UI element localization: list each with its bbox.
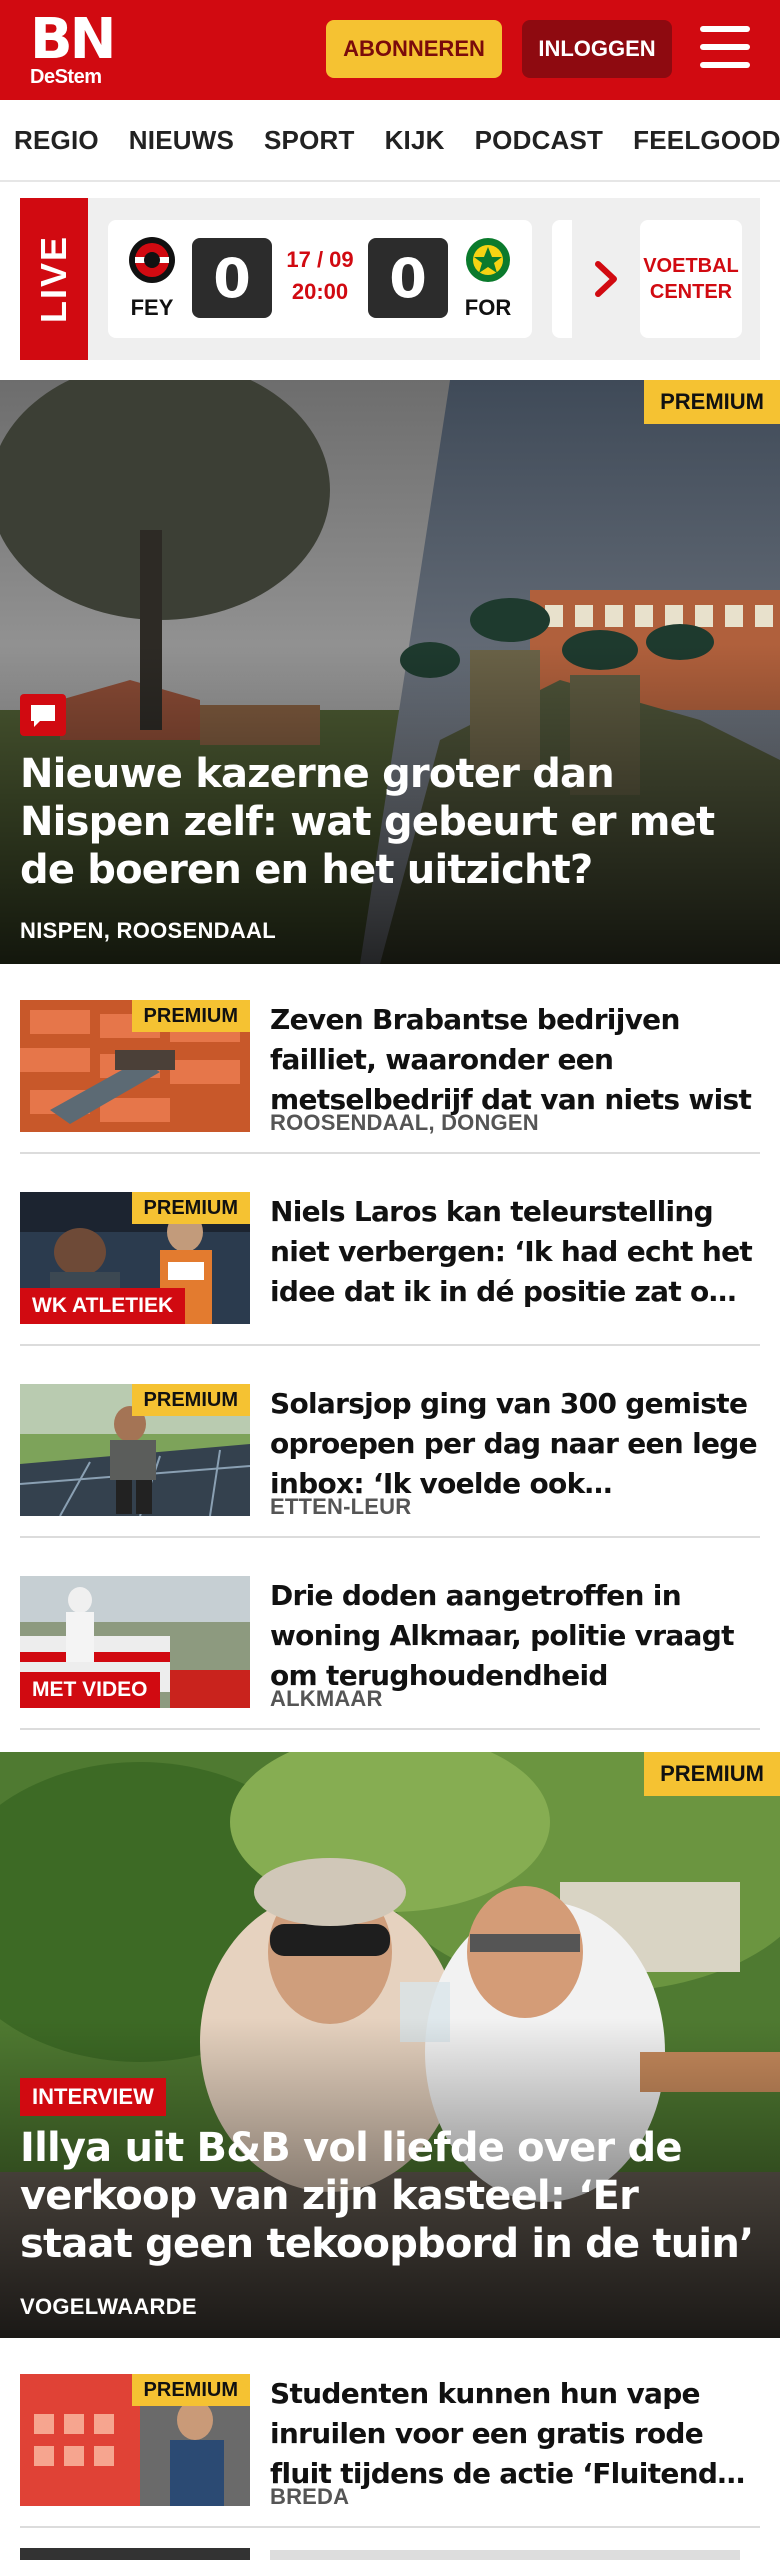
hero-1-location: NISPEN, ROOSENDAAL (20, 918, 276, 943)
match-card[interactable]: FEY 0 17 / 09 20:00 0 FOR (108, 220, 532, 338)
match-date: 17 / 09 (286, 247, 354, 272)
live-label: LIVE (20, 198, 88, 360)
article-thumbnail: PREMIUM (20, 2374, 250, 2506)
away-team: FOR (458, 236, 518, 321)
article-tag: MET VIDEO (20, 1672, 160, 1708)
site-logo[interactable]: BN DeStem (30, 7, 117, 90)
match-time: 20:00 (291, 279, 349, 304)
nav-item-sport[interactable]: SPORT (264, 125, 355, 156)
voetbal-center-link[interactable]: VOETBAL CENTER (640, 220, 742, 338)
article-thumbnail: MET VIDEO (20, 1576, 250, 1708)
article-4-location: ALKMAAR (270, 1686, 383, 1711)
article-thumbnail: PREMIUM (20, 1384, 250, 1516)
article-3-title[interactable]: Solarsjop ging van 300 gemiste oproepen … (270, 1384, 760, 1504)
list-item[interactable]: PREMIUM WK ATLETIEK Niels Laros kan tele… (20, 1172, 760, 1346)
hero-2-location: VOGELWAARDE (20, 2294, 197, 2319)
article-3-location: ETTEN-LEUR (270, 1494, 412, 1519)
premium-badge: PREMIUM (131, 1384, 250, 1416)
site-header: BN DeStem ABONNEREN INLOGGEN (0, 0, 780, 100)
article-5-location: BREDA (270, 2484, 350, 2509)
hero-article-2[interactable]: PREMIUM INTERVIEW Illya uit B&B vol lief… (0, 1752, 780, 2338)
away-team-abbr: FOR (464, 295, 512, 320)
premium-badge: PREMIUM (644, 1752, 780, 1796)
nav-item-podcast[interactable]: PODCAST (475, 125, 604, 156)
home-team: FEY (122, 236, 182, 321)
article-1-title[interactable]: Zeven Brabantse bedrijven failliet, waar… (270, 1000, 760, 1120)
match-datetime: 17 / 09 20:00 (280, 244, 360, 308)
article-5-title[interactable]: Studenten kunnen hun vape inruilen voor … (270, 2374, 760, 2494)
article-2-title[interactable]: Niels Laros kan teleurstelling niet verb… (270, 1192, 760, 1312)
nav-item-kijk[interactable]: KIJK (385, 125, 445, 156)
hero-1-title[interactable]: Nieuwe kazerne groter dan Nispen zelf: w… (20, 750, 760, 894)
login-button[interactable]: INLOGGEN (522, 20, 672, 78)
list-item[interactable]: MET VIDEO Drie doden aangetroffen in won… (20, 1556, 760, 1730)
premium-badge: PREMIUM (131, 1000, 250, 1032)
list-item[interactable]: PREMIUM Solarsjop ging van 300 gemiste o… (20, 1364, 760, 1538)
feyenoord-crest-icon (129, 237, 175, 283)
voetbal-center-line1: VOETBAL (643, 255, 739, 277)
premium-badge: PREMIUM (131, 1192, 250, 1224)
subscribe-button[interactable]: ABONNEREN (326, 20, 502, 78)
home-team-abbr: FEY (130, 295, 174, 320)
hero-2-title[interactable]: Illya uit B&B vol liefde over de verkoop… (20, 2124, 760, 2268)
article-tag: WK ATLETIEK (20, 1288, 186, 1324)
logo-main-text: BN (30, 7, 117, 72)
fortuna-crest-icon (466, 238, 510, 282)
chevron-right-icon[interactable] (592, 260, 620, 298)
premium-badge: PREMIUM (131, 2374, 250, 2406)
logo-sub-text: DeStem (30, 66, 102, 88)
article-4-title[interactable]: Drie doden aangetroffen in woning Alkmaa… (270, 1576, 760, 1696)
main-nav: REGIO NIEUWS SPORT KIJK PODCAST FEELGOOD (0, 100, 780, 182)
premium-badge: PREMIUM (644, 380, 780, 424)
hamburger-menu-icon[interactable] (700, 26, 754, 72)
nav-item-regio[interactable]: REGIO (14, 125, 99, 156)
voetbal-center-line2: CENTER (649, 281, 733, 303)
article-thumbnail: PREMIUM WK ATLETIEK (20, 1192, 250, 1324)
article-thumbnail: PREMIUM (20, 1000, 250, 1132)
next-article-thumbnail-edge (20, 2548, 250, 2560)
interview-tag: INTERVIEW (20, 2078, 166, 2116)
live-scores-bar: LIVE FEY 0 17 / 09 20:00 0 FOR VOETBAL C… (20, 198, 760, 360)
list-item[interactable]: PREMIUM Zeven Brabantse bedrijven failli… (20, 980, 760, 1154)
away-score: 0 (368, 238, 448, 318)
list-item[interactable]: PREMIUM Studenten kunnen hun vape inruil… (20, 2354, 760, 2528)
side-card-edge (552, 220, 572, 338)
nav-item-feelgood[interactable]: FEELGOOD (633, 125, 780, 156)
comment-icon (20, 694, 66, 736)
article-1-location: ROOSENDAAL, DONGEN (270, 1110, 539, 1135)
nav-item-nieuws[interactable]: NIEUWS (129, 125, 234, 156)
home-score: 0 (192, 238, 272, 318)
next-article-title-edge (270, 2550, 740, 2560)
hero-article-1[interactable]: PREMIUM Nieuwe kazerne groter dan Nispen… (0, 380, 780, 964)
